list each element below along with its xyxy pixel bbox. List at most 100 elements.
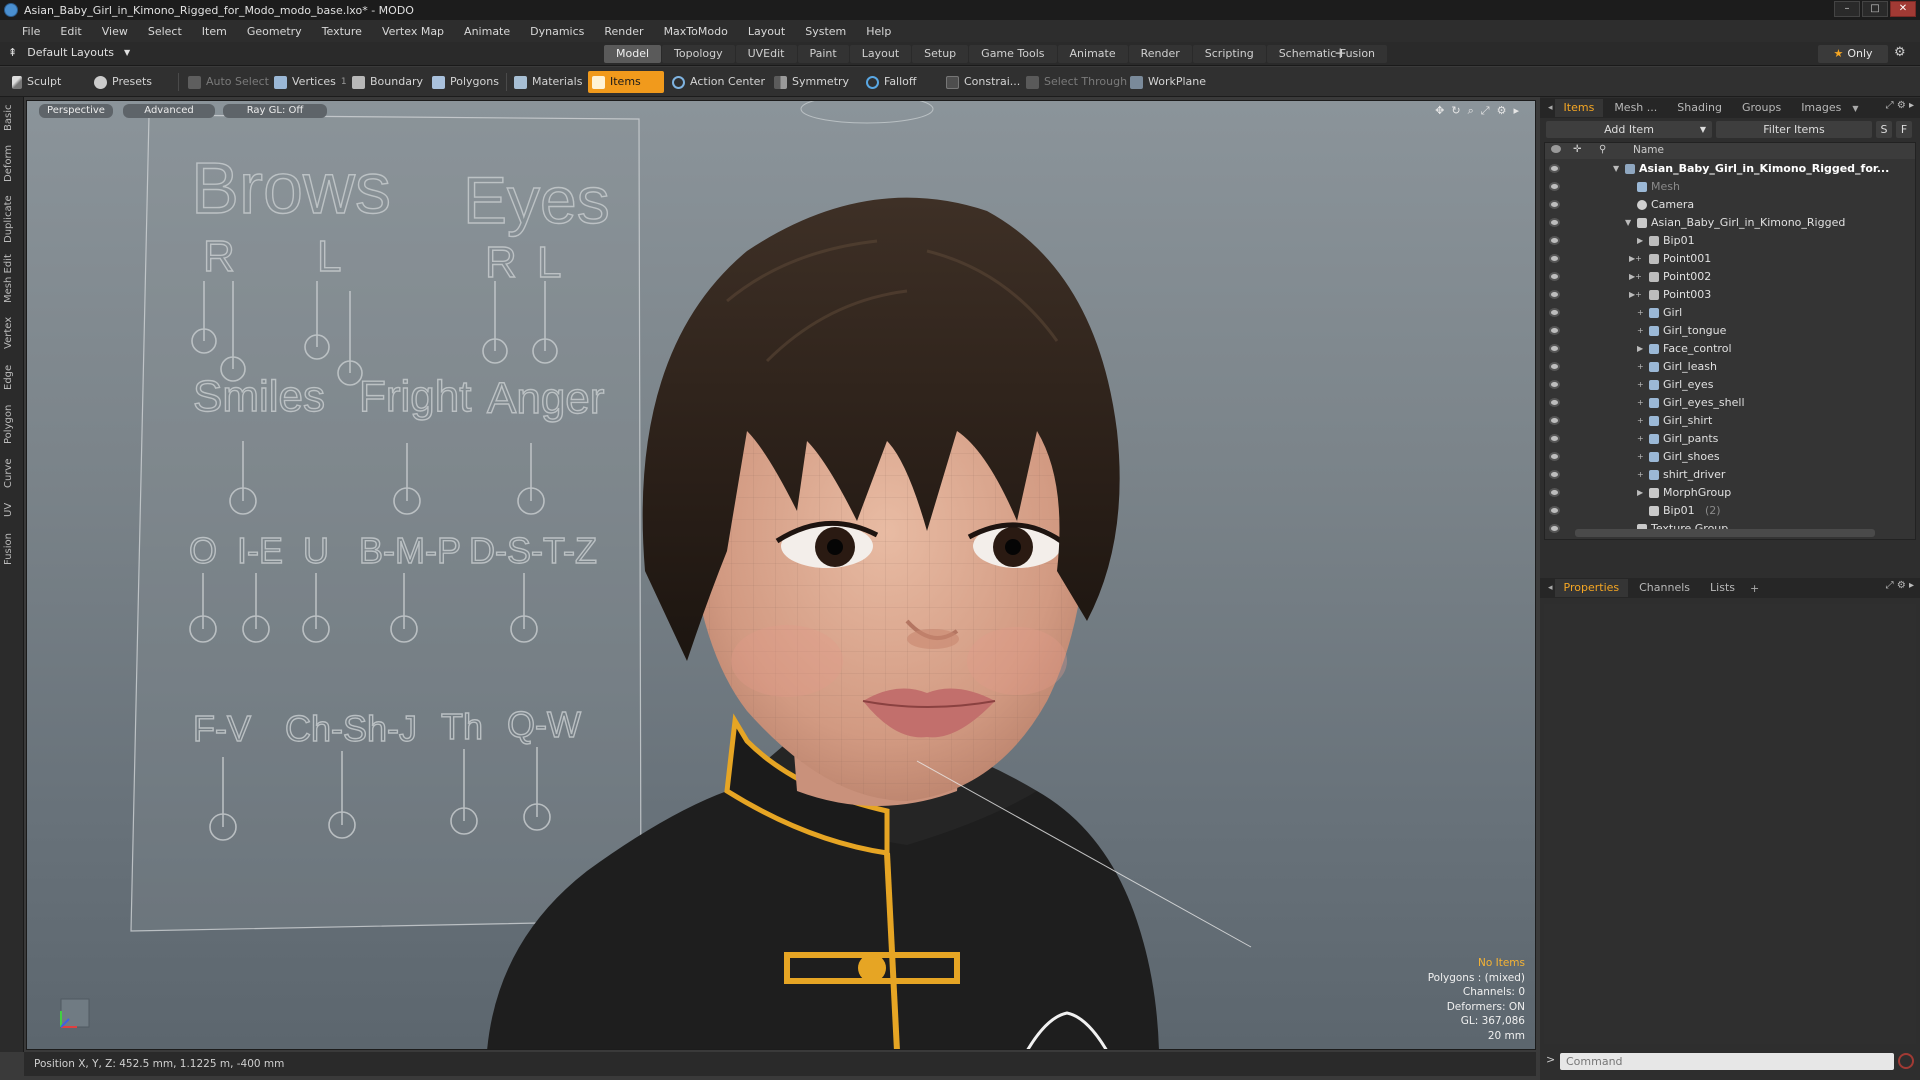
tab-render[interactable]: Render xyxy=(1128,45,1192,63)
expand-closed-icon[interactable]: ▶ xyxy=(1637,340,1643,358)
menu-maxtomodo[interactable]: MaxToModo xyxy=(654,25,738,38)
expand-closed-icon[interactable]: ▶ xyxy=(1637,484,1643,502)
tab-mesh[interactable]: Mesh ... xyxy=(1605,99,1666,117)
tree-row[interactable]: + Girl xyxy=(1545,304,1915,322)
select-through-button[interactable]: Select Through xyxy=(1022,71,1133,93)
presets-button[interactable]: Presets xyxy=(90,71,158,93)
tree-row[interactable]: ▶+ Point001 xyxy=(1545,250,1915,268)
visibility-eye-icon[interactable] xyxy=(1549,254,1560,263)
tree-row[interactable]: Camera xyxy=(1545,196,1915,214)
expand-closed-icon[interactable]: ▶+ xyxy=(1629,268,1642,286)
auto-select-button[interactable]: Auto Select xyxy=(184,71,275,93)
visibility-eye-icon[interactable] xyxy=(1549,362,1560,371)
menu-vertex-map[interactable]: Vertex Map xyxy=(372,25,454,38)
tab-images[interactable]: Images xyxy=(1792,99,1850,117)
visibility-eye-icon[interactable] xyxy=(1549,452,1560,461)
visibility-eye-icon[interactable] xyxy=(1549,398,1560,407)
visibility-eye-icon[interactable] xyxy=(1549,236,1560,245)
menu-animate[interactable]: Animate xyxy=(454,25,520,38)
3d-viewport[interactable]: Brows Eyes R L R L Smiles Fright Anger O… xyxy=(26,100,1536,1050)
viewport-settings-icon[interactable]: ⚙ xyxy=(1497,104,1507,118)
tree-row[interactable]: ▶ Face_control xyxy=(1545,340,1915,358)
expand-closed-icon[interactable]: + xyxy=(1637,412,1644,430)
visibility-column-icon[interactable] xyxy=(1551,145,1561,153)
tree-row[interactable]: + Girl_eyes xyxy=(1545,376,1915,394)
rotate-icon[interactable]: ↻ xyxy=(1451,104,1460,118)
visibility-eye-icon[interactable] xyxy=(1549,344,1560,353)
minimize-icon[interactable]: – xyxy=(1834,1,1860,17)
sculpt-button[interactable]: Sculpt xyxy=(8,71,67,93)
tree-row[interactable]: + Girl_eyes_shell xyxy=(1545,394,1915,412)
scene-render[interactable]: Brows Eyes R L R L Smiles Fright Anger O… xyxy=(27,101,1536,1050)
visibility-eye-icon[interactable] xyxy=(1549,524,1560,533)
view-mode-button[interactable]: Perspective xyxy=(39,104,113,118)
expand-closed-icon[interactable]: + xyxy=(1637,304,1644,322)
items-mode-button[interactable]: Items xyxy=(588,71,664,93)
menu-select[interactable]: Select xyxy=(138,25,192,38)
polygons-button[interactable]: Polygons xyxy=(428,71,505,93)
ray-gl-button[interactable]: Ray GL: Off xyxy=(223,104,327,118)
filter-f-button[interactable]: F xyxy=(1896,121,1912,138)
menu-help[interactable]: Help xyxy=(856,25,901,38)
close-icon[interactable]: ✕ xyxy=(1890,1,1916,17)
shading-mode-button[interactable]: Advanced xyxy=(123,104,215,118)
zoom-icon[interactable]: ⌕ xyxy=(1468,104,1474,118)
vtab-edge[interactable]: Edge xyxy=(3,361,21,393)
visibility-eye-icon[interactable] xyxy=(1549,488,1560,497)
gear-icon[interactable]: ⚙ xyxy=(1894,45,1906,60)
filter-s-button[interactable]: S xyxy=(1876,121,1892,138)
visibility-eye-icon[interactable] xyxy=(1549,380,1560,389)
visibility-eye-icon[interactable] xyxy=(1549,470,1560,479)
vtab-mesh-edit[interactable]: Mesh Edit xyxy=(3,253,21,305)
tab-layout[interactable]: Layout xyxy=(849,45,912,63)
visibility-eye-icon[interactable] xyxy=(1549,182,1560,191)
visibility-eye-icon[interactable] xyxy=(1549,308,1560,317)
expand-closed-icon[interactable]: + xyxy=(1637,394,1644,412)
visibility-eye-icon[interactable] xyxy=(1549,164,1560,173)
fit-icon[interactable]: ⤢ xyxy=(1481,104,1490,118)
menu-render[interactable]: Render xyxy=(594,25,653,38)
vtab-vertex[interactable]: Vertex xyxy=(3,313,21,353)
tab-model[interactable]: Model xyxy=(604,45,662,63)
symmetry-button[interactable]: Symmetry xyxy=(770,71,855,93)
expand-closed-icon[interactable]: + xyxy=(1637,448,1644,466)
expand-closed-icon[interactable]: + xyxy=(1637,430,1644,448)
vtab-curve[interactable]: Curve xyxy=(3,455,21,491)
panel-pin-icon[interactable]: ◂ xyxy=(1548,103,1553,113)
pan-icon[interactable]: ✥ xyxy=(1435,104,1444,118)
tab-items[interactable]: Items xyxy=(1554,99,1604,117)
name-column-header[interactable]: Name xyxy=(1633,144,1664,156)
visibility-eye-icon[interactable] xyxy=(1549,290,1560,299)
command-history-icon[interactable] xyxy=(1898,1053,1914,1069)
add-tab-icon[interactable]: + xyxy=(1750,582,1759,595)
action-center-button[interactable]: Action Center xyxy=(668,71,771,93)
tab-channels[interactable]: Channels xyxy=(1630,579,1699,597)
vertices-button[interactable]: Vertices 1 xyxy=(270,71,353,93)
tree-row[interactable]: + shirt_driver xyxy=(1545,466,1915,484)
expand-closed-icon[interactable]: + xyxy=(1637,466,1644,484)
tree-row[interactable]: ▼ Asian_Baby_Girl_in_Kimono_Rigged xyxy=(1545,214,1915,232)
tab-shading[interactable]: Shading xyxy=(1668,99,1731,117)
menu-file[interactable]: File xyxy=(12,25,50,38)
type-column-icon[interactable]: ⚲ xyxy=(1599,144,1606,155)
tabs-overflow-icon[interactable]: ▼ xyxy=(1852,104,1858,113)
expand-closed-icon[interactable]: ▶+ xyxy=(1629,250,1642,268)
tree-row[interactable]: + Girl_pants xyxy=(1545,430,1915,448)
visibility-eye-icon[interactable] xyxy=(1549,506,1560,515)
visibility-eye-icon[interactable] xyxy=(1549,434,1560,443)
visibility-eye-icon[interactable] xyxy=(1549,326,1560,335)
filter-items-input[interactable]: Filter Items xyxy=(1716,121,1872,138)
visibility-eye-icon[interactable] xyxy=(1549,416,1560,425)
add-layout-tab-icon[interactable]: + xyxy=(1334,44,1347,62)
maximize-icon[interactable]: □ xyxy=(1862,1,1888,17)
tab-paint[interactable]: Paint xyxy=(797,45,849,63)
vtab-basic[interactable]: Basic xyxy=(3,103,21,133)
expand-closed-icon[interactable]: ▶ xyxy=(1637,232,1643,250)
tree-row[interactable]: ▶ Bip01 xyxy=(1545,232,1915,250)
expand-closed-icon[interactable]: + xyxy=(1637,376,1644,394)
tree-row[interactable]: Directional Light xyxy=(1545,538,1915,539)
layout-selector[interactable]: ⇞ Default Layouts ▼ xyxy=(8,46,130,59)
workplane-button[interactable]: WorkPlane xyxy=(1126,71,1212,93)
tab-scripting[interactable]: Scripting xyxy=(1192,45,1266,63)
vtab-polygon[interactable]: Polygon xyxy=(3,401,21,447)
